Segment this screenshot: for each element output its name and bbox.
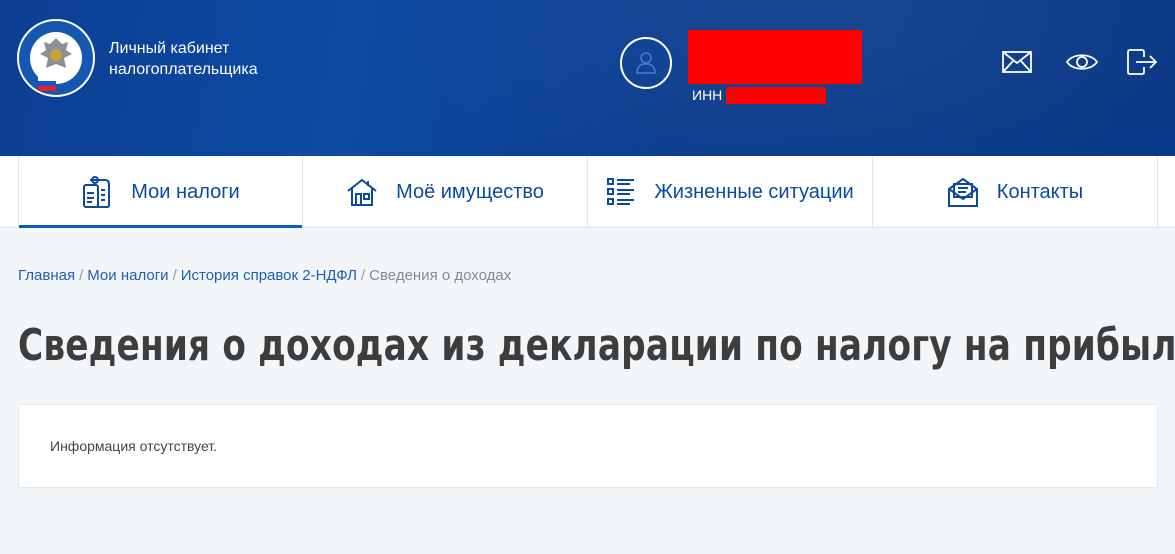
- inn-row: ИНН: [692, 86, 827, 104]
- nav-label: Жизненные ситуации: [654, 180, 854, 203]
- nav-item-contacts[interactable]: Контакты: [873, 156, 1158, 228]
- mail-icon[interactable]: [999, 46, 1035, 78]
- page-title: Сведения о доходах из декларации по нало…: [18, 320, 1175, 371]
- redacted-user-name: [688, 30, 862, 84]
- breadcrumb-link-home[interactable]: Главная: [18, 267, 75, 284]
- nav-label: Мои налоги: [131, 180, 240, 203]
- logout-icon[interactable]: [1124, 46, 1160, 78]
- breadcrumb-separator: /: [79, 267, 84, 284]
- list-icon: [606, 177, 636, 207]
- breadcrumb-link-ndfl-history[interactable]: История справок 2-НДФЛ: [181, 267, 357, 284]
- breadcrumb-separator: /: [172, 267, 177, 284]
- user-avatar[interactable]: [620, 37, 672, 89]
- brand-line-1: Личный кабинет: [109, 40, 230, 57]
- breadcrumb-separator: /: [361, 267, 366, 284]
- info-message: Информация отсутствует.: [50, 438, 218, 454]
- header: Личный кабинет налогоплательщика ИНН: [0, 0, 1175, 156]
- info-card: Информация отсутствует.: [18, 404, 1158, 488]
- nav-item-my-property[interactable]: Моё имущество: [303, 156, 588, 228]
- brand-line-2: налогоплательщика: [109, 61, 258, 78]
- breadcrumb-link-my-taxes[interactable]: Мои налоги: [87, 267, 168, 284]
- eye-icon[interactable]: [1064, 46, 1100, 78]
- user-icon: [636, 52, 656, 74]
- contacts-icon: [947, 176, 979, 208]
- redacted-inn: [726, 86, 827, 104]
- nav-label: Контакты: [996, 180, 1084, 203]
- main-nav: Мои налоги Моё имущество Жизненные ситуа…: [0, 156, 1175, 228]
- inn-label: ИНН: [692, 87, 723, 103]
- nav-label: Моё имущество: [396, 180, 544, 203]
- breadcrumb: Главная / Мои налоги / История справок 2-НДФ…: [18, 267, 511, 284]
- breadcrumb-current: Сведения о доходах: [369, 267, 512, 284]
- nav-item-my-taxes[interactable]: Мои налоги: [18, 156, 303, 228]
- nav-item-life-situations[interactable]: Жизненные ситуации: [588, 156, 873, 228]
- property-icon: [346, 177, 378, 207]
- brand-title[interactable]: Личный кабинет налогоплательщика: [109, 38, 258, 80]
- taxes-icon: [81, 175, 113, 209]
- fns-logo[interactable]: [16, 18, 96, 98]
